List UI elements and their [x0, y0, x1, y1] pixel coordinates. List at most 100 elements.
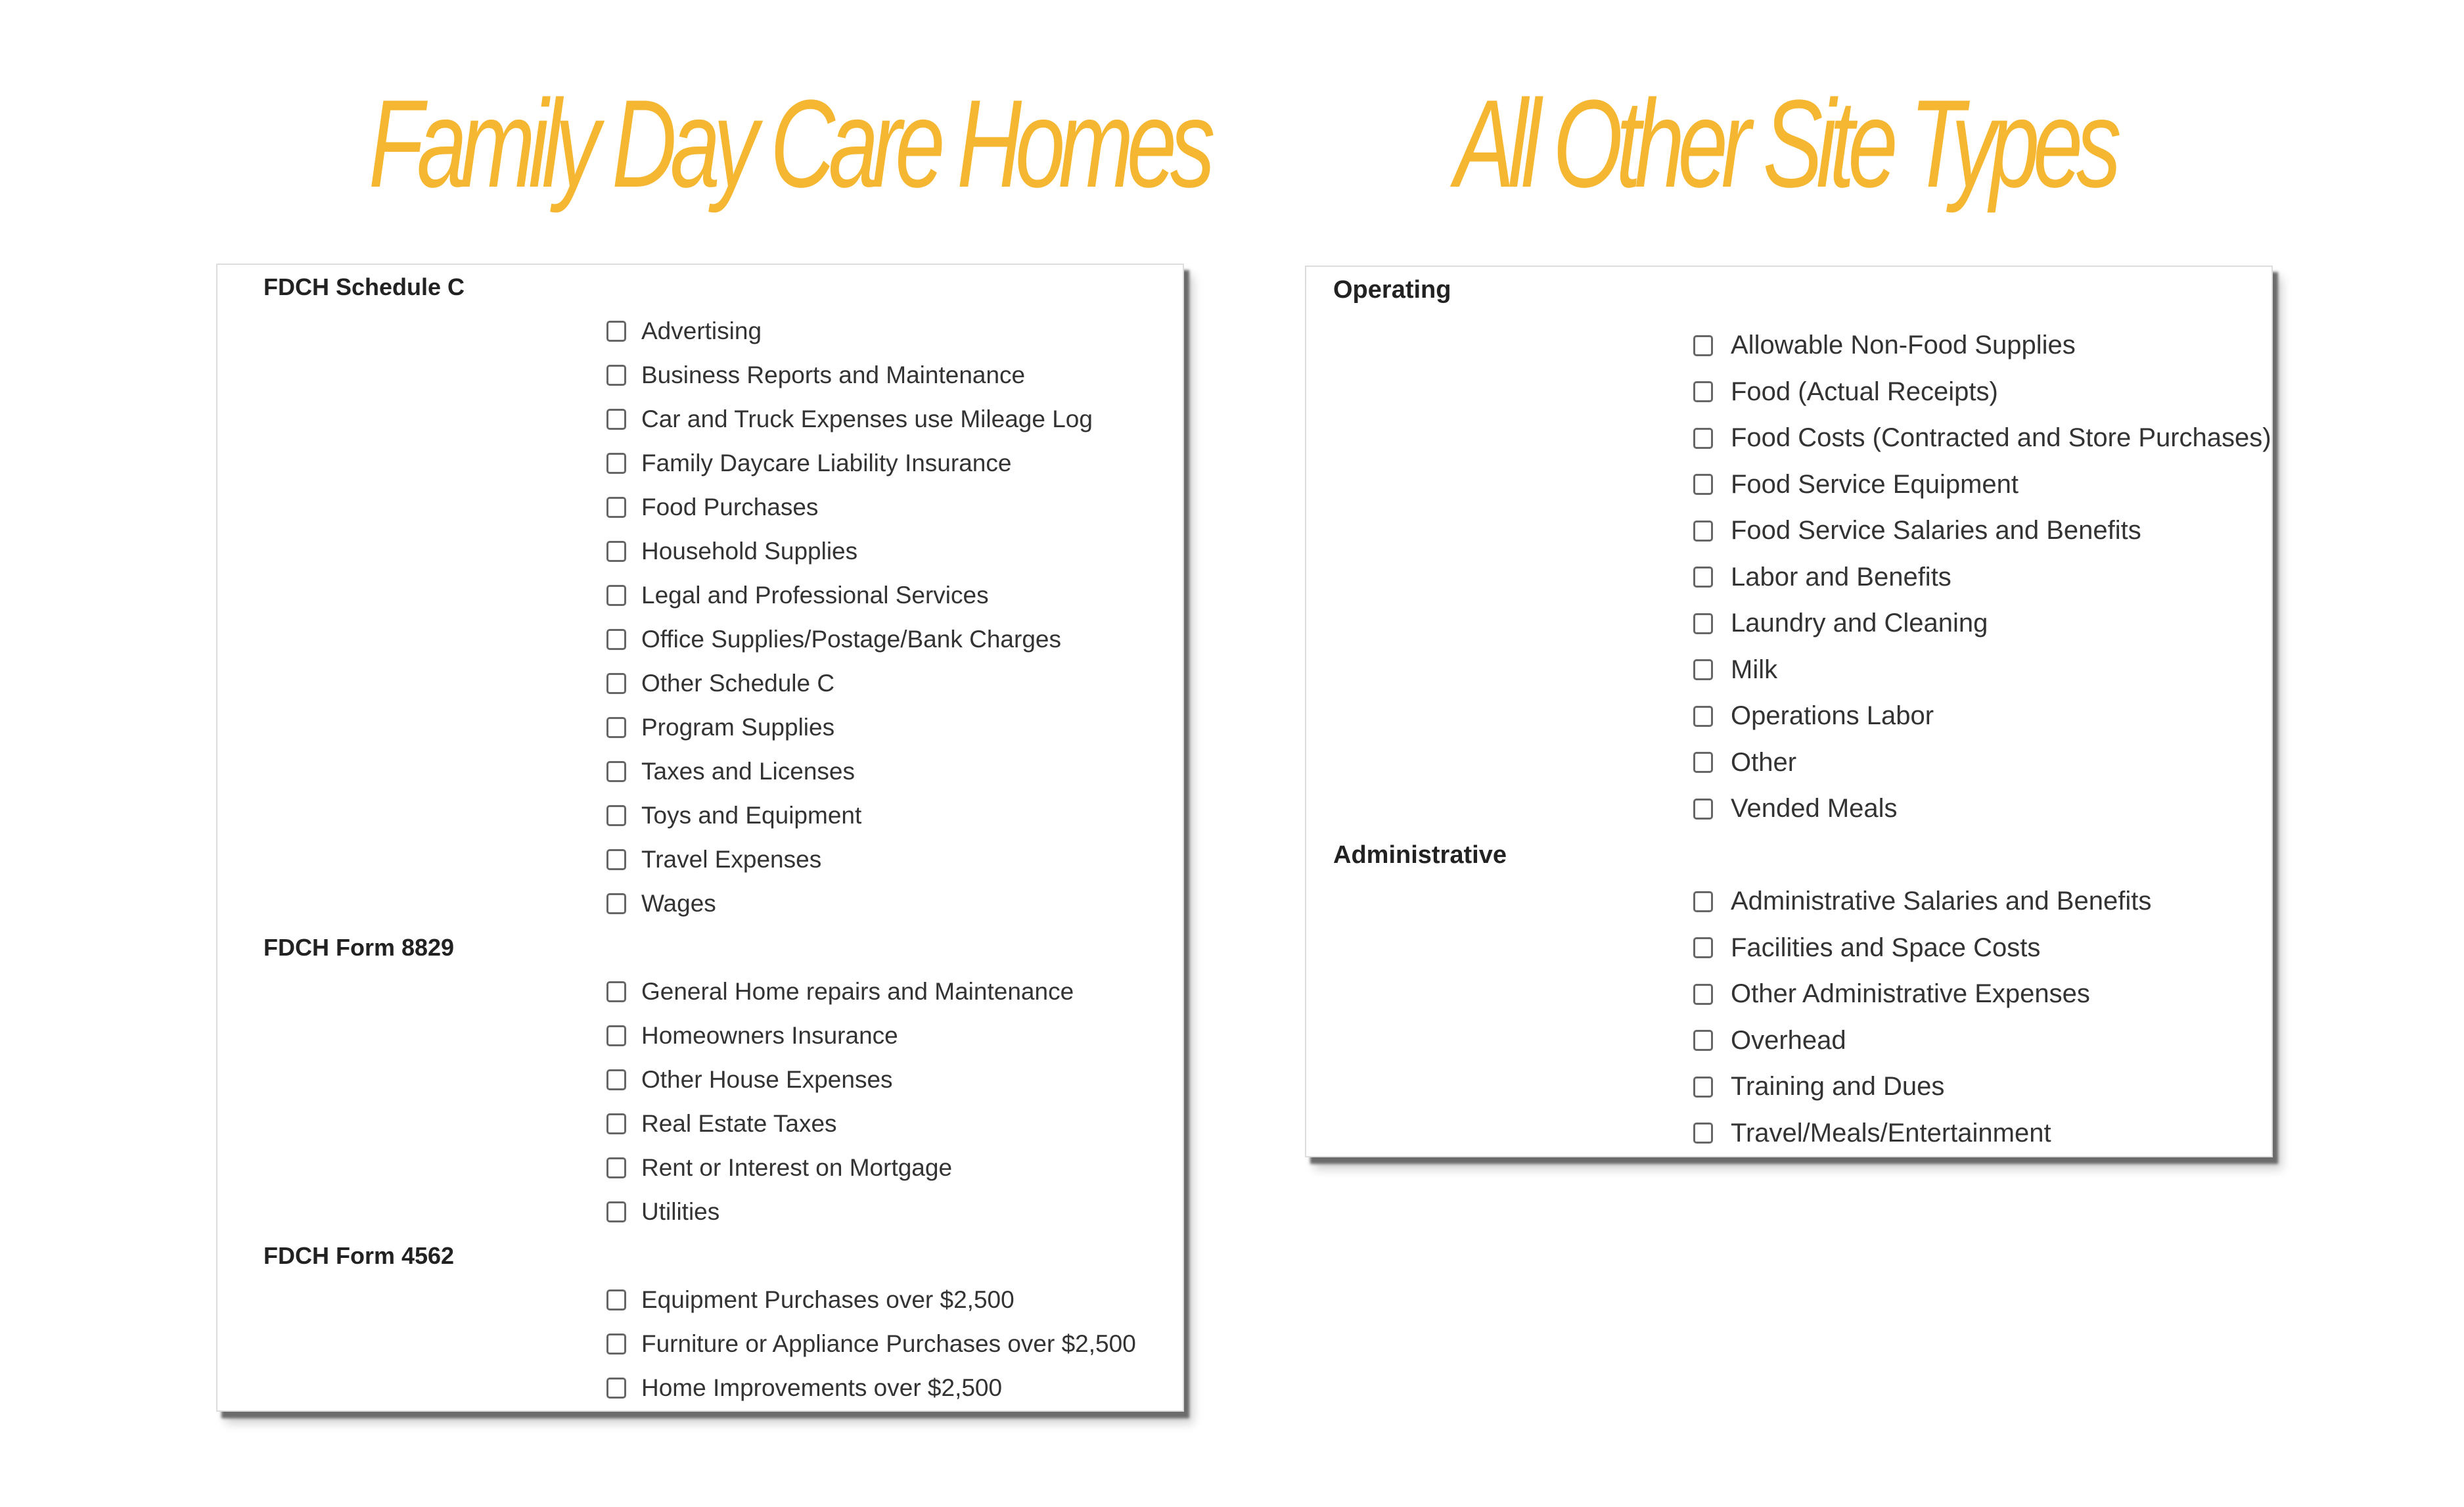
- checkbox[interactable]: [606, 1333, 626, 1355]
- checkbox[interactable]: [1693, 1030, 1713, 1052]
- checkbox-label: Other: [1731, 747, 1797, 777]
- checkbox[interactable]: [606, 584, 626, 606]
- checkbox-item-furniture-or-appliance-purchases-over-2-500[interactable]: Furniture or Appliance Purchases over $2…: [217, 1322, 1183, 1366]
- checkbox-label: Food Service Salaries and Benefits: [1731, 516, 2141, 545]
- checkbox-item-wages[interactable]: Wages: [217, 881, 1183, 925]
- checkbox[interactable]: [1693, 705, 1713, 727]
- checkbox-item-rent-or-interest-on-mortgage[interactable]: Rent or Interest on Mortgage: [217, 1146, 1183, 1190]
- checkbox-item-overhead[interactable]: Overhead: [1306, 1017, 2271, 1064]
- checkbox-item-household-supplies[interactable]: Household Supplies: [217, 529, 1183, 573]
- checkbox-item-business-reports-and-maintenance[interactable]: Business Reports and Maintenance: [217, 353, 1183, 397]
- checkbox-label: Food Purchases: [641, 493, 819, 521]
- checkbox-item-car-and-truck-expenses-use-mileage-log[interactable]: Car and Truck Expenses use Mileage Log: [217, 397, 1183, 441]
- checkbox-item-facilities-and-space-costs[interactable]: Facilities and Space Costs: [1306, 925, 2271, 971]
- checkbox[interactable]: [606, 320, 626, 342]
- checkbox-item-food-actual-receipts[interactable]: Food (Actual Receipts): [1306, 369, 2271, 415]
- checkbox-item-food-purchases[interactable]: Food Purchases: [217, 485, 1183, 529]
- checkbox-item-training-and-dues[interactable]: Training and Dues: [1306, 1064, 2271, 1111]
- checkbox[interactable]: [606, 452, 626, 474]
- checkbox-item-homeowners-insurance[interactable]: Homeowners Insurance: [217, 1013, 1183, 1057]
- checkbox[interactable]: [606, 364, 626, 386]
- checkbox-label: Overhead: [1731, 1025, 1846, 1055]
- checkbox-item-office-supplies-postage-bank-charges[interactable]: Office Supplies/Postage/Bank Charges: [217, 617, 1183, 661]
- checkbox[interactable]: [606, 1113, 626, 1134]
- checkbox-label: Travel Expenses: [641, 845, 822, 873]
- checkbox-item-taxes-and-licenses[interactable]: Taxes and Licenses: [217, 749, 1183, 793]
- other-site-expense-categories-panel: Operating Allowable Non-Food Supplies Food…: [1305, 266, 2273, 1157]
- checkbox[interactable]: [1693, 659, 1713, 681]
- checkbox-label: Laundry and Cleaning: [1731, 609, 1988, 638]
- checkbox[interactable]: [1693, 1076, 1713, 1098]
- checkbox-item-administrative-salaries-and-benefits[interactable]: Administrative Salaries and Benefits: [1306, 879, 2271, 925]
- checkbox[interactable]: [1693, 983, 1713, 1005]
- checkbox-item-other-schedule-c[interactable]: Other Schedule C: [217, 661, 1183, 705]
- checkbox-item-operations-labor[interactable]: Operations Labor: [1306, 693, 2271, 740]
- checkbox[interactable]: [606, 848, 626, 870]
- checkbox[interactable]: [606, 760, 626, 782]
- checkbox-item-real-estate-taxes[interactable]: Real Estate Taxes: [217, 1101, 1183, 1146]
- checkbox-item-other-administrative-expenses[interactable]: Other Administrative Expenses: [1306, 971, 2271, 1018]
- checkbox-label: Facilities and Space Costs: [1731, 933, 2041, 962]
- checkbox-label: Advertising: [641, 317, 762, 344]
- checkbox[interactable]: [606, 981, 626, 1002]
- checkbox-label: Furniture or Appliance Purchases over $2…: [641, 1330, 1136, 1357]
- checkbox-item-food-costs-contracted-and-store-purchases[interactable]: Food Costs (Contracted and Store Purchas…: [1306, 415, 2271, 462]
- checkbox-item-advertising[interactable]: Advertising: [217, 309, 1183, 353]
- checkbox[interactable]: [606, 716, 626, 738]
- checkbox[interactable]: [606, 1157, 626, 1178]
- checkbox-label: Homeowners Insurance: [641, 1021, 898, 1049]
- checkbox-item-food-service-salaries-and-benefits[interactable]: Food Service Salaries and Benefits: [1306, 508, 2271, 555]
- checkbox[interactable]: [606, 540, 626, 562]
- checkbox-label: Operations Labor: [1731, 701, 1934, 731]
- checkbox[interactable]: [606, 804, 626, 826]
- checkbox[interactable]: [1693, 613, 1713, 634]
- checkbox[interactable]: [1693, 891, 1713, 912]
- checkbox[interactable]: [1693, 520, 1713, 542]
- checkbox-item-labor-and-benefits[interactable]: Labor and Benefits: [1306, 554, 2271, 601]
- checkbox-item-travel-expenses[interactable]: Travel Expenses: [217, 837, 1183, 881]
- checkbox-item-toys-and-equipment[interactable]: Toys and Equipment: [217, 793, 1183, 837]
- checkbox[interactable]: [1693, 474, 1713, 496]
- checkbox[interactable]: [606, 1377, 626, 1399]
- checkbox-label: Utilities: [641, 1197, 720, 1225]
- checkbox-item-legal-and-professional-services[interactable]: Legal and Professional Services: [217, 573, 1183, 617]
- checkbox[interactable]: [1693, 798, 1713, 820]
- checkbox[interactable]: [1693, 427, 1713, 449]
- checkbox[interactable]: [606, 893, 626, 914]
- checkbox-label: Other Administrative Expenses: [1731, 979, 2090, 1009]
- checkbox-item-vended-meals[interactable]: Vended Meals: [1306, 786, 2271, 833]
- checkbox[interactable]: [1693, 335, 1713, 356]
- checkbox[interactable]: [606, 496, 626, 518]
- checkbox[interactable]: [606, 1201, 626, 1222]
- checkbox-label: Business Reports and Maintenance: [641, 361, 1026, 388]
- checkbox-item-family-daycare-liability-insurance[interactable]: Family Daycare Liability Insurance: [217, 441, 1183, 485]
- checkbox-item-general-home-repairs-and-maintenance[interactable]: General Home repairs and Maintenance: [217, 969, 1183, 1013]
- checkbox[interactable]: [1693, 381, 1713, 403]
- checkbox-item-other[interactable]: Other: [1306, 739, 2271, 786]
- checkbox[interactable]: [606, 1025, 626, 1046]
- checkbox-item-equipment-purchases-over-2-500[interactable]: Equipment Purchases over $2,500: [217, 1278, 1183, 1322]
- checkbox[interactable]: [1693, 1123, 1713, 1144]
- checkbox-item-milk[interactable]: Milk: [1306, 647, 2271, 693]
- checkbox-label: Legal and Professional Services: [641, 581, 989, 609]
- checkbox[interactable]: [1693, 752, 1713, 774]
- checkbox[interactable]: [1693, 937, 1713, 959]
- checkbox-label: Travel/Meals/Entertainment: [1731, 1118, 2051, 1148]
- checkbox-item-travel-meals-entertainment[interactable]: Travel/Meals/Entertainment: [1306, 1110, 2271, 1157]
- checkbox-item-food-service-equipment[interactable]: Food Service Equipment: [1306, 461, 2271, 508]
- checkbox-item-laundry-and-cleaning[interactable]: Laundry and Cleaning: [1306, 601, 2271, 647]
- checkbox-item-utilities[interactable]: Utilities: [217, 1190, 1183, 1234]
- checkbox[interactable]: [606, 408, 626, 430]
- checkbox-item-home-improvements-over-2-500[interactable]: Home Improvements over $2,500: [217, 1366, 1183, 1410]
- checkbox[interactable]: [606, 1289, 626, 1310]
- checkbox-label: Vended Meals: [1731, 794, 1898, 823]
- checkbox[interactable]: [606, 628, 626, 650]
- checkbox[interactable]: [1693, 567, 1713, 588]
- checkbox[interactable]: [606, 672, 626, 694]
- checkbox-item-allowable-non-food-supplies[interactable]: Allowable Non-Food Supplies: [1306, 323, 2271, 369]
- checkbox-label: Household Supplies: [641, 537, 858, 565]
- checkbox-label: Taxes and Licenses: [641, 757, 855, 785]
- checkbox-item-other-house-expenses[interactable]: Other House Expenses: [217, 1057, 1183, 1101]
- checkbox-item-program-supplies[interactable]: Program Supplies: [217, 705, 1183, 749]
- checkbox[interactable]: [606, 1069, 626, 1090]
